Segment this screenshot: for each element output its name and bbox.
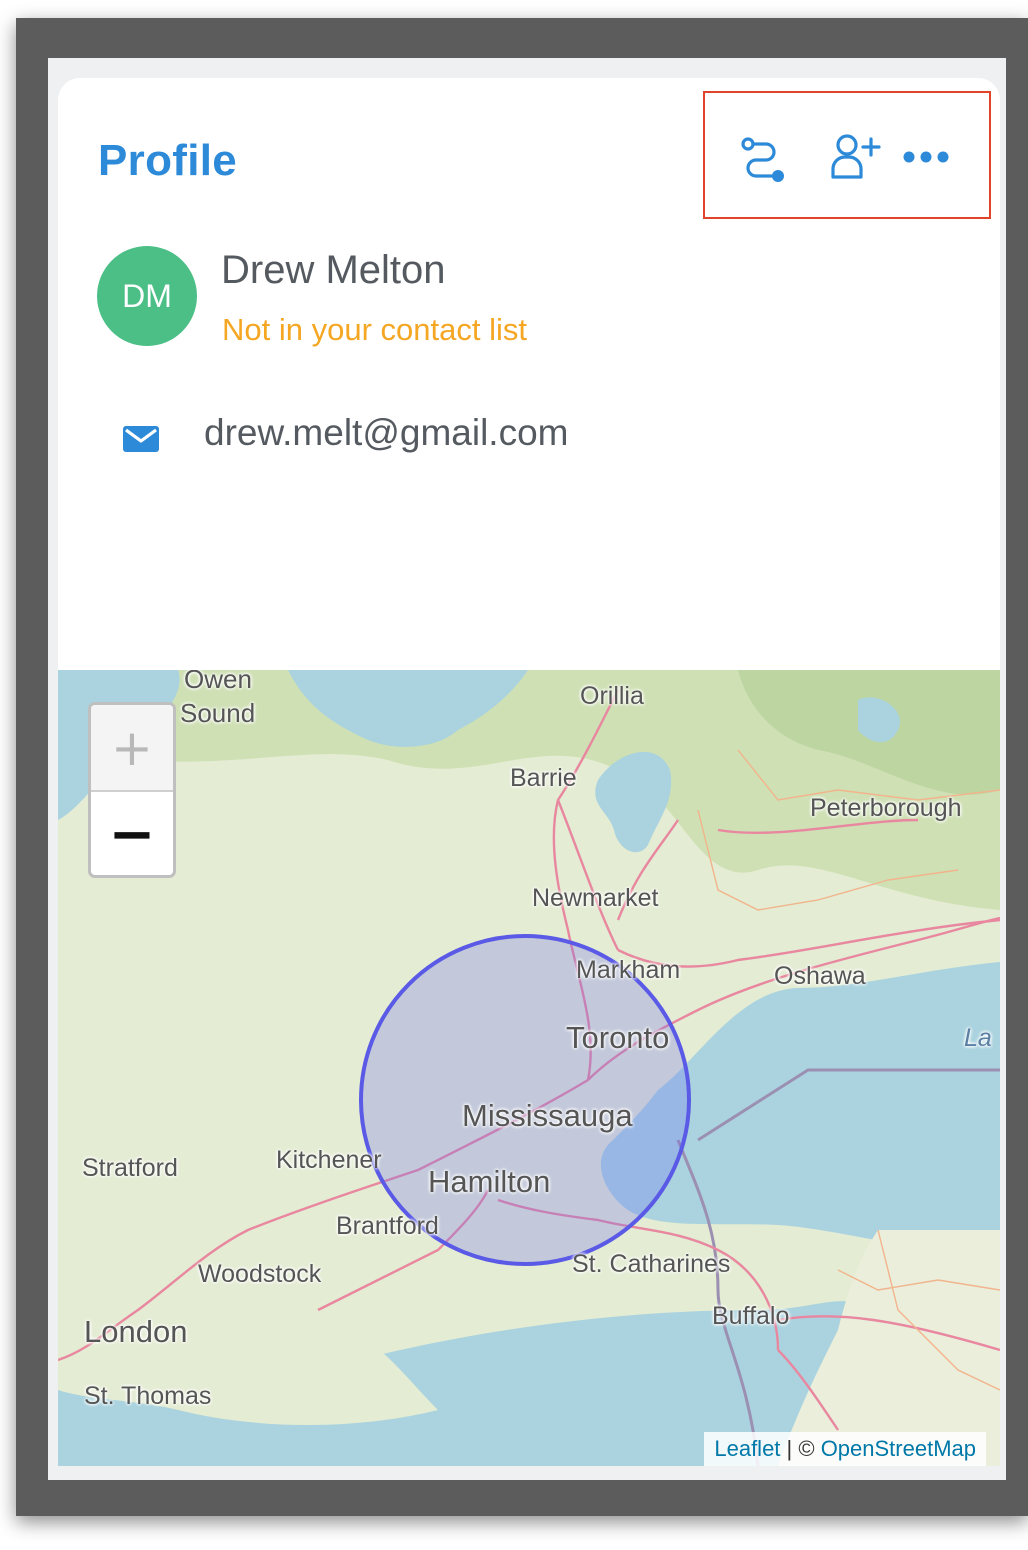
- avatar: DM: [97, 246, 197, 346]
- add-contact-button[interactable]: [828, 130, 882, 184]
- map-label-london: London: [84, 1314, 188, 1349]
- more-dots-icon: [903, 151, 949, 163]
- map-label-mississauga: Mississauga: [462, 1098, 633, 1133]
- zoom-in-button[interactable]: +: [91, 705, 173, 792]
- map-label-buffalo: Buffalo: [712, 1302, 790, 1330]
- map-label-toronto: Toronto: [566, 1020, 670, 1055]
- map-attribution: Leaflet | © OpenStreetMap: [704, 1432, 986, 1466]
- leaflet-link[interactable]: Leaflet: [714, 1436, 780, 1461]
- map-label-woodstock: Woodstock: [198, 1260, 322, 1288]
- map-label-stratford: Stratford: [82, 1154, 178, 1182]
- map-label-barrie: Barrie: [510, 764, 577, 792]
- email-link[interactable]: drew.melt@gmail.com: [204, 412, 569, 454]
- map-label-markham: Markham: [576, 956, 681, 984]
- map-label-peterborough: Peterborough: [810, 794, 962, 822]
- map-label-kitchener: Kitchener: [276, 1146, 382, 1174]
- profile-card: Profile DM Drew Melton Not in your conta…: [58, 78, 1000, 1466]
- map-label-newmarket: Newmarket: [532, 884, 659, 912]
- add-person-icon: [831, 134, 881, 179]
- contact-name: Drew Melton: [221, 248, 446, 292]
- route-icon: [741, 137, 784, 182]
- map-label-sound: Sound: [180, 698, 256, 728]
- attribution-separator: | ©: [780, 1436, 821, 1461]
- map-label-st-thomas: St. Thomas: [84, 1382, 212, 1410]
- osm-link[interactable]: OpenStreetMap: [821, 1436, 976, 1461]
- location-map[interactable]: + − Owen Sound Orillia Barrie Peterborou…: [58, 670, 1000, 1466]
- contact-status: Not in your contact list: [222, 312, 527, 347]
- map-label-oshawa: Oshawa: [774, 962, 866, 990]
- map-label-hamilton: Hamilton: [428, 1164, 551, 1199]
- zoom-out-button[interactable]: −: [91, 792, 173, 875]
- map-label-orillia: Orillia: [580, 682, 644, 710]
- map-label-brantford: Brantford: [336, 1212, 439, 1240]
- zoom-control: + −: [88, 702, 176, 878]
- map-label-st-catharines: St. Catharines: [572, 1250, 731, 1278]
- envelope-icon: [123, 426, 159, 452]
- page-title: Profile: [98, 136, 238, 185]
- more-options-button[interactable]: [898, 140, 954, 174]
- map-label-owen: Owen: [184, 670, 252, 694]
- route-button[interactable]: [734, 132, 790, 184]
- map-label-lake: La: [964, 1024, 992, 1052]
